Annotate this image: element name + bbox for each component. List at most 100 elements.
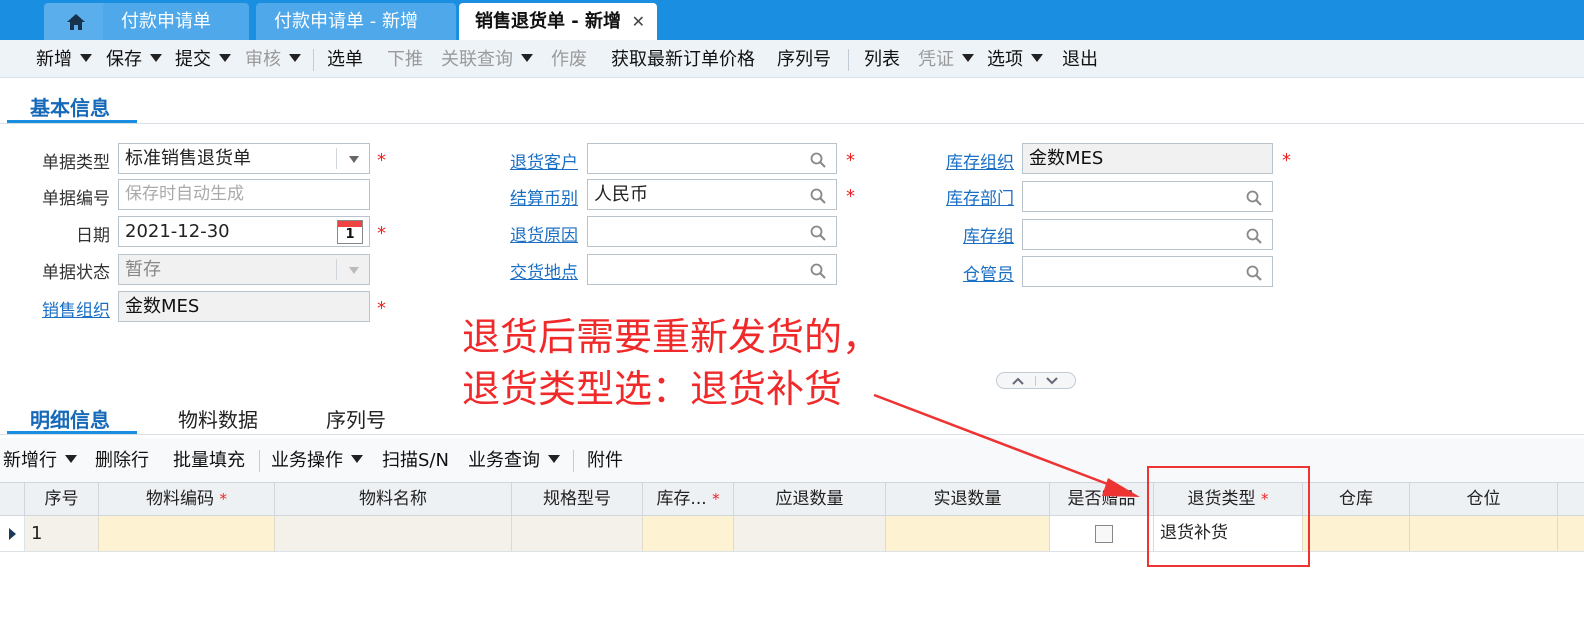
- col-header-material-name[interactable]: 物料名称: [275, 483, 512, 515]
- serial-number-button[interactable]: 序列号: [777, 40, 831, 78]
- cell-stock-unit[interactable]: [643, 516, 734, 551]
- col-header-seq[interactable]: 序号: [25, 483, 99, 515]
- list-button[interactable]: 列表: [864, 40, 900, 78]
- audit-button[interactable]: 审核: [245, 40, 301, 78]
- voucher-button[interactable]: 凭证: [918, 40, 974, 78]
- stock-org-input[interactable]: 金数MES: [1022, 143, 1273, 174]
- grid-header-selector: [0, 483, 25, 515]
- return-reason-input[interactable]: [587, 216, 837, 247]
- main-toolbar: 新增 保存 提交 审核 选单 下推 关联查询 作废 获取最新订单价格 序列号 列…: [0, 40, 1584, 78]
- search-icon[interactable]: [1246, 228, 1262, 244]
- required-marker: *: [377, 150, 386, 171]
- search-icon[interactable]: [810, 152, 826, 168]
- col-header-actual-return-qty[interactable]: 实退数量: [886, 483, 1050, 515]
- get-latest-price-button[interactable]: 获取最新订单价格: [611, 40, 755, 78]
- cell-location[interactable]: [1410, 516, 1558, 551]
- doc-no-input[interactable]: 保存时自动生成: [118, 179, 370, 210]
- chevron-down-icon[interactable]: [1045, 376, 1059, 386]
- settle-currency-input[interactable]: 人民币: [587, 179, 837, 210]
- attachment-button[interactable]: 附件: [587, 441, 623, 479]
- tab-sales-return-new[interactable]: 销售退货单 - 新增 ✕: [459, 3, 657, 40]
- col-header-stock-unit[interactable]: 库存... *: [643, 483, 734, 515]
- tab-material-data[interactable]: 物料数据: [178, 404, 258, 433]
- select-order-button[interactable]: 选单: [327, 40, 363, 78]
- basic-info-title[interactable]: 基本信息: [30, 92, 110, 121]
- close-icon[interactable]: ✕: [632, 3, 645, 40]
- col-header-spec[interactable]: 规格型号: [512, 483, 643, 515]
- tab-detail-info[interactable]: 明细信息: [30, 404, 110, 433]
- chevron-down-icon: [219, 54, 231, 62]
- cell-warehouse[interactable]: [1303, 516, 1410, 551]
- doc-status-value: 暂存: [125, 259, 161, 280]
- submit-button[interactable]: 提交: [175, 40, 231, 78]
- grid-header: 序号 物料编码 * 物料名称 规格型号 库存... * 应退数量 实退数量 是否…: [0, 482, 1584, 516]
- search-icon[interactable]: [810, 263, 826, 279]
- add-row-button[interactable]: 新增行: [3, 441, 77, 479]
- is-gift-checkbox[interactable]: [1095, 525, 1113, 543]
- related-query-button[interactable]: 关联查询: [441, 40, 533, 78]
- delete-row-button[interactable]: 删除行: [95, 441, 149, 479]
- date-input[interactable]: 2021-12-30 1: [118, 216, 370, 247]
- tab-payment-request[interactable]: 付款申请单: [103, 3, 249, 40]
- return-reason-link[interactable]: 退货原因: [488, 221, 578, 246]
- options-button[interactable]: 选项: [987, 40, 1043, 78]
- required-marker: *: [1282, 150, 1291, 171]
- void-button[interactable]: 作废: [551, 40, 587, 78]
- search-icon[interactable]: [810, 188, 826, 204]
- date-value: 2021-12-30: [125, 221, 230, 242]
- toolbar-divider: [259, 450, 260, 472]
- doc-status-select: 暂存: [118, 254, 370, 285]
- grid-toolbar: 新增行 删除行 批量填充 业务操作 扫描S/N 业务查询 附件: [0, 438, 1584, 482]
- col-header-location[interactable]: 仓位: [1410, 483, 1558, 515]
- date-label: 日期: [76, 226, 110, 246]
- row-selector[interactable]: [0, 516, 25, 551]
- cell-material-code[interactable]: [99, 516, 275, 551]
- chevron-down-icon: [349, 156, 359, 163]
- chevron-down-icon: [548, 455, 560, 463]
- settle-currency-value: 人民币: [594, 184, 648, 205]
- business-query-button[interactable]: 业务查询: [468, 441, 560, 479]
- col-header-due-return-qty[interactable]: 应退数量: [734, 483, 886, 515]
- stock-keeper-link[interactable]: 仓管员: [922, 260, 1014, 285]
- annotation-text-line2: 退货类型选：退货补货: [462, 367, 843, 411]
- tab-payment-request-new[interactable]: 付款申请单 - 新增: [256, 3, 456, 40]
- stock-group-input[interactable]: [1022, 219, 1273, 250]
- search-icon[interactable]: [1246, 190, 1262, 206]
- business-ops-button[interactable]: 业务操作: [271, 441, 363, 479]
- doc-no-label: 单据编号: [42, 189, 110, 209]
- sales-org-link[interactable]: 销售组织: [20, 296, 110, 321]
- doc-type-select[interactable]: 标准销售退货单: [118, 143, 370, 174]
- calendar-day: 1: [345, 227, 355, 242]
- settle-currency-link[interactable]: 结算币别: [488, 184, 578, 209]
- tab-serial-number[interactable]: 序列号: [326, 404, 386, 433]
- cell-seq: 1: [25, 516, 99, 551]
- batch-fill-button[interactable]: 批量填充: [173, 441, 245, 479]
- cell-actual-return-qty[interactable]: [886, 516, 1050, 551]
- home-icon: [67, 14, 85, 30]
- save-button[interactable]: 保存: [106, 40, 162, 78]
- push-down-button[interactable]: 下推: [387, 40, 423, 78]
- table-row[interactable]: 1 退货补货: [0, 516, 1584, 552]
- calendar-icon[interactable]: 1: [337, 220, 363, 244]
- exit-button[interactable]: 退出: [1062, 40, 1098, 78]
- stock-dept-link[interactable]: 库存部门: [922, 184, 1014, 209]
- return-customer-input[interactable]: [587, 143, 837, 174]
- delivery-place-input[interactable]: [587, 254, 837, 285]
- return-customer-link[interactable]: 退货客户: [488, 148, 578, 173]
- home-tab[interactable]: [44, 3, 108, 40]
- stock-org-link[interactable]: 库存组织: [922, 148, 1014, 173]
- col-header-material-code[interactable]: 物料编码 *: [99, 483, 275, 515]
- col-header-is-gift[interactable]: 是否赠品: [1050, 483, 1154, 515]
- stock-group-link[interactable]: 库存组: [922, 222, 1014, 247]
- collapse-toggle[interactable]: [996, 372, 1076, 389]
- search-icon[interactable]: [810, 225, 826, 241]
- stock-keeper-input[interactable]: [1022, 256, 1273, 287]
- col-header-warehouse[interactable]: 仓库: [1303, 483, 1410, 515]
- chevron-up-icon[interactable]: [1011, 376, 1025, 386]
- scan-sn-button[interactable]: 扫描S/N: [382, 441, 449, 479]
- delivery-place-link[interactable]: 交货地点: [488, 258, 578, 283]
- search-icon[interactable]: [1246, 265, 1262, 281]
- add-button[interactable]: 新增: [36, 40, 92, 78]
- stock-dept-input[interactable]: [1022, 181, 1273, 212]
- sales-org-input[interactable]: 金数MES: [118, 291, 370, 322]
